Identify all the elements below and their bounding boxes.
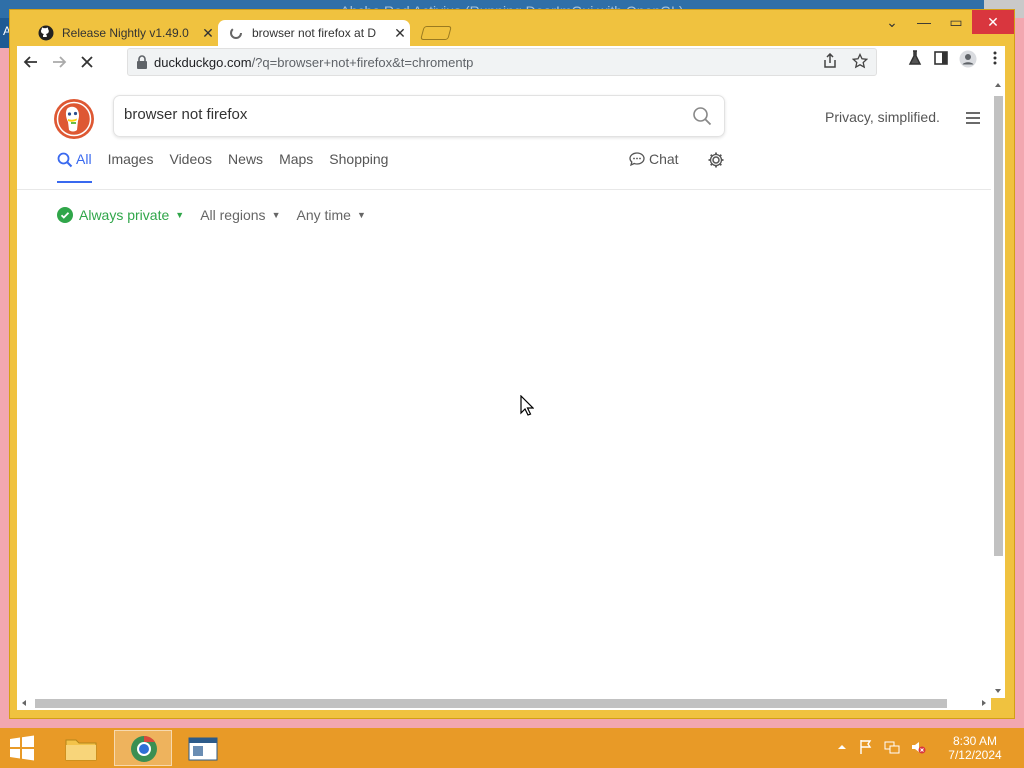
search-input[interactable]: browser not firefox xyxy=(124,106,247,123)
tab-release-nightly[interactable]: Release Nightly v1.49.0 ✕ xyxy=(28,20,218,46)
horizontal-scrollbar-thumb[interactable] xyxy=(35,699,947,708)
tray-expand-icon[interactable] xyxy=(836,739,848,755)
system-tray xyxy=(836,739,926,755)
gear-icon[interactable] xyxy=(707,151,725,174)
windows-logo-icon xyxy=(10,735,34,761)
app-window-icon xyxy=(188,737,218,761)
chrome-taskbar-button[interactable] xyxy=(114,730,172,766)
new-tab-button[interactable] xyxy=(420,26,452,40)
back-arrow-icon xyxy=(23,56,37,68)
caret-down-icon: ▼ xyxy=(271,210,281,220)
close-icon xyxy=(81,56,93,68)
close-window-button[interactable]: ✕ xyxy=(972,10,1014,34)
tab-label: All xyxy=(76,151,92,167)
chat-label: Chat xyxy=(649,151,679,167)
caret-down-icon: ▼ xyxy=(175,210,185,220)
search-tabs: All Images Videos News Maps Shopping xyxy=(57,151,404,183)
search-icon[interactable] xyxy=(692,106,712,131)
address-bar[interactable]: duckduckgo.com/?q=browser+not+firefox&t=… xyxy=(127,48,877,76)
search-filters: Always private ▼ All regions ▼ Any time … xyxy=(57,207,366,223)
minimize-button[interactable]: — xyxy=(908,10,940,34)
filter-time[interactable]: Any time ▼ xyxy=(296,207,365,223)
scroll-up-icon xyxy=(995,83,1001,87)
browser-window: Release Nightly v1.49.0 ✕ browser not fi… xyxy=(9,9,1015,719)
url-text: duckduckgo.com/?q=browser+not+firefox&t=… xyxy=(154,54,474,70)
tab-duckduckgo-search[interactable]: browser not firefox at D ✕ xyxy=(218,20,410,46)
browser-toolbar: duckduckgo.com/?q=browser+not+firefox&t=… xyxy=(17,46,1005,78)
tabs-divider xyxy=(17,189,991,190)
forward-arrow-icon xyxy=(53,56,67,68)
loading-icon xyxy=(228,25,244,41)
clock-time: 8:30 AM xyxy=(952,734,998,748)
extension-flask-icon[interactable] xyxy=(907,50,923,66)
page-content: browser not firefox Privacy, simplified.… xyxy=(17,78,991,708)
browser-titlebar: Release Nightly v1.49.0 ✕ browser not fi… xyxy=(10,10,1014,46)
share-icon[interactable] xyxy=(822,53,838,69)
volume-muted-icon[interactable] xyxy=(910,739,926,755)
chat-button[interactable]: Chat xyxy=(629,151,679,167)
duckduckgo-logo[interactable] xyxy=(53,98,95,140)
action-center-flag-icon[interactable] xyxy=(858,739,874,755)
close-tab-icon[interactable]: ✕ xyxy=(390,25,410,42)
scroll-right-icon xyxy=(982,700,986,706)
tab-images[interactable]: Images xyxy=(108,151,154,183)
forward-button[interactable] xyxy=(45,48,73,76)
horizontal-scrollbar[interactable] xyxy=(17,696,991,710)
tab-label: browser not firefox at D xyxy=(252,26,377,40)
more-vert-icon[interactable] xyxy=(987,50,1003,66)
maximize-button[interactable]: ▭ xyxy=(940,10,972,34)
lock-icon xyxy=(137,55,147,69)
check-circle-icon xyxy=(57,207,73,223)
github-icon xyxy=(38,25,54,41)
app-window-taskbar-button[interactable] xyxy=(174,730,232,766)
tab-search-icon[interactable]: ⌄ xyxy=(876,10,908,34)
tab-label: Release Nightly v1.49.0 xyxy=(62,26,189,40)
close-tab-icon[interactable]: ✕ xyxy=(198,25,218,42)
privacy-tagline[interactable]: Privacy, simplified. xyxy=(825,109,940,125)
network-icon[interactable] xyxy=(884,739,900,755)
tab-news[interactable]: News xyxy=(228,151,263,183)
chat-bubble-icon xyxy=(629,152,645,167)
hamburger-menu-icon[interactable] xyxy=(965,111,981,130)
scroll-down-icon xyxy=(995,689,1001,693)
bookmark-star-icon[interactable] xyxy=(852,53,868,69)
back-button[interactable] xyxy=(17,48,45,76)
profile-avatar-icon[interactable] xyxy=(959,50,977,68)
folder-icon xyxy=(65,739,97,761)
vertical-scrollbar[interactable] xyxy=(991,78,1005,698)
filter-always-private[interactable]: Always private ▼ xyxy=(57,207,184,223)
tab-all[interactable]: All xyxy=(57,151,92,183)
browser-globe-icon xyxy=(131,735,157,762)
tab-shopping[interactable]: Shopping xyxy=(329,151,388,183)
search-box[interactable]: browser not firefox xyxy=(113,95,725,137)
window-controls: ⌄ — ▭ ✕ xyxy=(876,10,1014,36)
search-icon xyxy=(57,152,73,168)
side-panel-icon[interactable] xyxy=(933,50,949,66)
start-button[interactable] xyxy=(6,734,40,762)
file-explorer-taskbar-button[interactable] xyxy=(52,730,110,766)
caret-down-icon: ▼ xyxy=(356,210,366,220)
clock-date: 7/12/2024 xyxy=(948,748,1002,762)
windows-taskbar: 8:30 AM 7/12/2024 xyxy=(0,728,1024,768)
filter-regions[interactable]: All regions ▼ xyxy=(200,207,280,223)
vertical-scrollbar-thumb[interactable] xyxy=(994,96,1003,556)
system-clock[interactable]: 8:30 AM 7/12/2024 xyxy=(942,734,1008,762)
scroll-left-icon xyxy=(22,700,26,706)
mouse-cursor-icon xyxy=(520,395,534,416)
stop-loading-button[interactable] xyxy=(73,48,101,76)
tab-videos[interactable]: Videos xyxy=(169,151,212,183)
tab-maps[interactable]: Maps xyxy=(279,151,313,183)
